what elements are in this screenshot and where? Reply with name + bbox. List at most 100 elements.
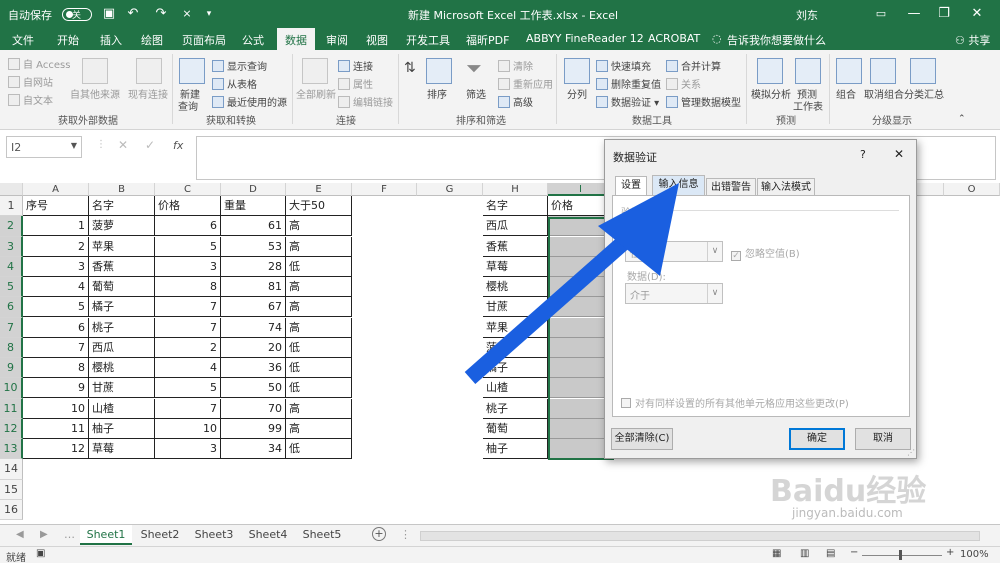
remove-duplicates-button[interactable]: 删除重复值: [596, 76, 661, 91]
table-cell[interactable]: 高: [286, 398, 352, 419]
table-cell[interactable]: 2: [23, 236, 89, 257]
row-header[interactable]: 15: [0, 479, 23, 500]
table-cell[interactable]: 山楂: [483, 378, 548, 399]
from-web-button[interactable]: 自网站: [8, 74, 53, 89]
column-header[interactable]: A: [23, 183, 89, 196]
table-header-cell[interactable]: 价格: [155, 196, 221, 216]
table-cell[interactable]: 9: [23, 378, 89, 399]
tell-me-input[interactable]: 告诉我你想要做什么: [727, 32, 826, 48]
table-cell[interactable]: 10: [23, 398, 89, 419]
tab-ime-mode[interactable]: 输入法模式: [757, 178, 815, 196]
table-cell[interactable]: 香蕉: [483, 236, 548, 257]
table-cell[interactable]: 11: [23, 418, 89, 439]
table-cell[interactable]: 菠萝: [89, 216, 155, 237]
sheet-tab-1[interactable]: Sheet1: [80, 525, 132, 545]
tab-error-alert[interactable]: 出错警告: [706, 178, 756, 196]
column-header[interactable]: H: [483, 183, 548, 196]
insert-function-icon[interactable]: fx: [173, 139, 183, 152]
tab-review[interactable]: 审阅: [326, 32, 348, 48]
table-cell[interactable]: 4: [155, 358, 221, 378]
table-cell[interactable]: 菠萝: [483, 337, 548, 358]
zoom-level[interactable]: 100%: [960, 549, 989, 560]
table-cell[interactable]: 橘子: [89, 297, 155, 318]
undo-icon[interactable]: ↶: [124, 5, 142, 23]
table-cell[interactable]: 74: [221, 317, 286, 338]
table-cell[interactable]: 5: [155, 378, 221, 399]
advanced-button[interactable]: 高级: [498, 94, 533, 109]
table-cell[interactable]: 7: [155, 398, 221, 419]
table-header-cell[interactable]: 名字: [483, 196, 548, 216]
tab-formulas[interactable]: 公式: [242, 32, 264, 48]
table-cell[interactable]: 67: [221, 297, 286, 318]
row-header[interactable]: 6: [0, 297, 23, 318]
row-header[interactable]: 7: [0, 317, 23, 338]
horizontal-scrollbar[interactable]: [420, 531, 980, 541]
help-icon[interactable]: ?: [860, 148, 866, 161]
table-cell[interactable]: 西瓜: [483, 216, 548, 237]
row-header[interactable]: 16: [0, 499, 23, 520]
ribbon-options-icon[interactable]: ▭: [872, 5, 890, 23]
column-header[interactable]: C: [155, 183, 221, 196]
other-sources-button[interactable]: 自其他来源: [70, 86, 120, 101]
row-header[interactable]: 11: [0, 398, 23, 419]
table-cell[interactable]: 香蕉: [89, 256, 155, 277]
properties-button[interactable]: 属性: [338, 76, 373, 91]
user-name[interactable]: 刘东: [796, 7, 818, 23]
collapse-ribbon-icon[interactable]: ⌃: [958, 114, 966, 124]
edit-links-button[interactable]: 编辑链接: [338, 94, 393, 109]
show-queries-button[interactable]: 显示查询: [212, 58, 267, 73]
table-cell[interactable]: 1: [23, 216, 89, 237]
macro-record-icon[interactable]: ▣: [36, 548, 45, 559]
table-cell[interactable]: 高: [286, 297, 352, 318]
table-header-cell[interactable]: 重量: [221, 196, 286, 216]
table-cell[interactable]: 3: [23, 256, 89, 277]
tab-settings[interactable]: 设置: [615, 176, 647, 196]
add-sheet-icon[interactable]: +: [372, 527, 386, 541]
sheet-tab-2[interactable]: Sheet2: [134, 525, 186, 545]
table-cell[interactable]: 柚子: [483, 439, 548, 459]
reapply-button[interactable]: 重新应用: [498, 76, 553, 91]
minimize-icon[interactable]: —: [905, 5, 923, 23]
data-validation-button[interactable]: 数据验证 ▾: [596, 94, 659, 109]
page-layout-view-icon[interactable]: ▥: [800, 548, 809, 559]
table-cell[interactable]: 3: [155, 439, 221, 459]
table-cell[interactable]: 草莓: [483, 256, 548, 277]
flash-fill-button[interactable]: 快速填充: [596, 58, 651, 73]
table-cell[interactable]: 28: [221, 256, 286, 277]
tab-draw[interactable]: 绘图: [141, 32, 163, 48]
sort-button[interactable]: 排序: [427, 86, 447, 101]
table-cell[interactable]: 8: [155, 277, 221, 297]
row-header[interactable]: 9: [0, 358, 23, 379]
zoom-in-icon[interactable]: +: [946, 547, 954, 558]
save-icon[interactable]: ▣: [100, 5, 118, 23]
table-cell[interactable]: 7: [155, 317, 221, 338]
row-header[interactable]: 14: [0, 459, 23, 480]
table-cell[interactable]: 10: [155, 418, 221, 439]
table-cell[interactable]: 70: [221, 398, 286, 419]
refresh-all-button[interactable]: 全部刷新: [296, 86, 336, 101]
scroll-left-icon[interactable]: ◀: [16, 529, 24, 540]
row-header[interactable]: 4: [0, 256, 23, 277]
table-header-cell[interactable]: 大于50: [286, 196, 352, 216]
more-icon[interactable]: ⋮: [400, 528, 411, 541]
relationships-button[interactable]: 关系: [666, 76, 701, 91]
table-cell[interactable]: 甘蔗: [89, 378, 155, 399]
more-sheets-icon[interactable]: …: [64, 528, 75, 541]
enter-icon[interactable]: ✓: [145, 138, 155, 152]
cancel-icon[interactable]: ✕: [118, 138, 128, 152]
table-cell[interactable]: 高: [286, 317, 352, 338]
from-table-button[interactable]: 从表格: [212, 76, 257, 91]
ok-button[interactable]: 确定: [789, 428, 845, 450]
row-header[interactable]: 13: [0, 439, 23, 460]
table-cell[interactable]: 桃子: [483, 398, 548, 419]
table-cell[interactable]: 61: [221, 216, 286, 237]
row-header[interactable]: 10: [0, 378, 23, 399]
table-cell[interactable]: 7: [155, 297, 221, 318]
tab-page-layout[interactable]: 页面布局: [182, 32, 226, 48]
existing-connections-button[interactable]: 现有连接: [128, 86, 168, 101]
from-access-button[interactable]: 自 Access: [8, 56, 70, 71]
table-cell[interactable]: 低: [286, 337, 352, 358]
table-cell[interactable]: 高: [286, 277, 352, 297]
row-header[interactable]: 8: [0, 337, 23, 358]
sort-az-icon[interactable]: ⇅: [404, 60, 416, 76]
